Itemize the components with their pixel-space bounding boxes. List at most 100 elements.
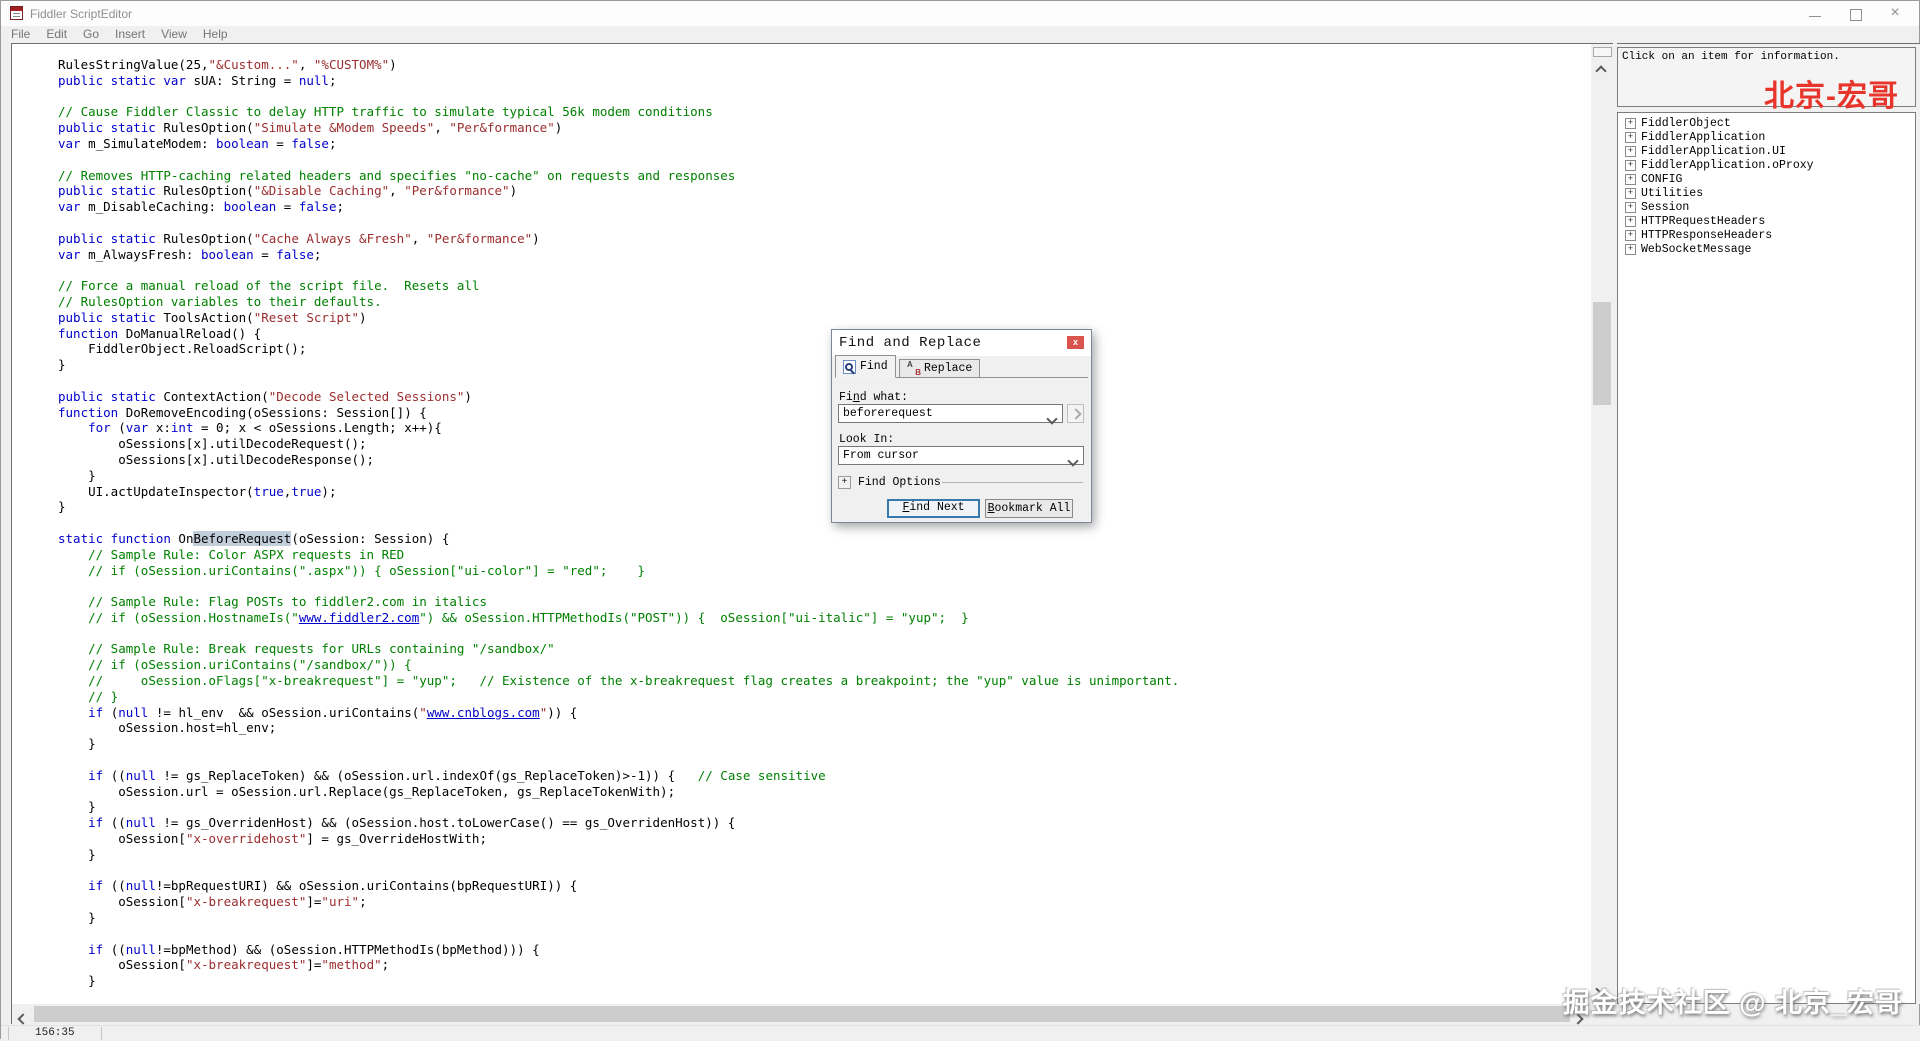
tree-item-websocketmessage[interactable]: + WebSocketMessage [1625, 242, 1915, 256]
code-line-41[interactable]: // } [58, 689, 1591, 705]
code-line-31[interactable]: static function OnBeforeRequest(oSession… [58, 530, 1591, 547]
scroll-up-icon[interactable] [1595, 62, 1607, 80]
tree-item-fiddlerobject[interactable]: + FiddlerObject [1625, 116, 1915, 130]
tree-item-fiddlerapplication[interactable]: + FiddlerApplication [1625, 130, 1915, 144]
code-line-56[interactable] [58, 926, 1591, 942]
code-line-27[interactable]: } [58, 468, 1591, 484]
code-line-17[interactable]: public static ToolsAction("Reset Script"… [58, 310, 1591, 326]
code-line-39[interactable]: // if (oSession.uriContains("/sandbox/")… [58, 657, 1591, 673]
code-line-58[interactable]: oSession["x-breakrequest"]="method"; [58, 957, 1591, 973]
code-line-29[interactable]: } [58, 499, 1591, 515]
close-button[interactable]: × [1875, 1, 1915, 26]
code-line-2[interactable]: public static var sUA: String = null; [58, 73, 1591, 89]
splitter-handle[interactable] [1593, 47, 1612, 57]
horizontal-scroll-thumb[interactable] [34, 1006, 1570, 1022]
code-line-11[interactable] [58, 215, 1591, 231]
code-line-14[interactable] [58, 262, 1591, 278]
expand-icon[interactable]: + [1625, 117, 1636, 129]
code-line-53[interactable]: if ((null!=bpRequestURI) && oSession.uri… [58, 878, 1591, 894]
code-line-3[interactable] [58, 89, 1591, 105]
code-line-43[interactable]: oSession.host=hl_env; [58, 720, 1591, 736]
code-line-21[interactable] [58, 373, 1591, 389]
code-line-59[interactable]: } [58, 973, 1591, 989]
tree-item-config[interactable]: + CONFIG [1625, 172, 1915, 186]
find-next-button[interactable]: Find Next [887, 499, 980, 518]
code-line-49[interactable]: if ((null != gs_OverridenHost) && (oSess… [58, 815, 1591, 831]
expand-icon[interactable]: + [1625, 215, 1636, 227]
minimize-button[interactable] [1795, 1, 1835, 26]
code-line-20[interactable]: } [58, 357, 1591, 373]
code-line-54[interactable]: oSession["x-breakrequest"]="uri"; [58, 894, 1591, 910]
code-line-24[interactable]: for (var x:int = 0; x < oSessions.Length… [58, 420, 1591, 436]
tree-item-httpresponseheaders[interactable]: + HTTPResponseHeaders [1625, 228, 1915, 242]
horizontal-scrollbar[interactable] [11, 1004, 1591, 1025]
code-line-57[interactable]: if ((null!=bpMethod) && (oSession.HTTPMe… [58, 942, 1591, 958]
code-line-22[interactable]: public static ContextAction("Decode Sele… [58, 389, 1591, 405]
find-what-input[interactable]: beforerequest [838, 404, 1063, 425]
code-line-10[interactable]: var m_DisableCaching: boolean = false; [58, 199, 1591, 215]
menu-view[interactable]: View [153, 26, 195, 43]
code-line-26[interactable]: oSessions[x].utilDecodeResponse(); [58, 452, 1591, 468]
code-line-52[interactable] [58, 863, 1591, 879]
expand-icon[interactable]: + [1625, 243, 1636, 255]
code-line-38[interactable]: // Sample Rule: Break requests for URLs … [58, 641, 1591, 657]
code-line-7[interactable] [58, 152, 1591, 168]
bookmark-all-button[interactable]: Bookmark All [985, 499, 1073, 518]
code-line-48[interactable]: } [58, 799, 1591, 815]
vertical-scrollbar[interactable] [1591, 43, 1613, 1004]
expand-icon[interactable]: + [1625, 145, 1636, 157]
code-line-36[interactable]: // if (oSession.HostnameIs("www.fiddler2… [58, 610, 1591, 626]
dialog-titlebar[interactable]: Find and Replace x [832, 330, 1091, 356]
code-line-5[interactable]: public static RulesOption("Simulate &Mod… [58, 120, 1591, 136]
vertical-scroll-thumb[interactable] [1593, 302, 1611, 405]
maximize-button[interactable] [1835, 1, 1875, 26]
tree-item-fiddlerapplication-ui[interactable]: + FiddlerApplication.UI [1625, 144, 1915, 158]
tree-item-fiddlerapplication-oproxy[interactable]: + FiddlerApplication.oProxy [1625, 158, 1915, 172]
code-line-23[interactable]: function DoRemoveEncoding(oSessions: Ses… [58, 405, 1591, 421]
code-line-44[interactable]: } [58, 736, 1591, 752]
code-line-13[interactable]: var m_AlwaysFresh: boolean = false; [58, 247, 1591, 263]
look-in-select[interactable]: From cursor [838, 446, 1084, 467]
code-line-16[interactable]: // RulesOption variables to their defaul… [58, 294, 1591, 310]
code-line-46[interactable]: if ((null != gs_ReplaceToken) && (oSessi… [58, 768, 1591, 784]
code-line-6[interactable]: var m_SimulateModem: boolean = false; [58, 136, 1591, 152]
expand-icon[interactable]: + [1625, 159, 1636, 171]
menu-edit[interactable]: Edit [38, 26, 75, 43]
code-editor[interactable]: RulesStringValue(25,"&Custom...", "%CUST… [11, 43, 1591, 1004]
code-line-33[interactable]: // if (oSession.uriContains(".aspx")) { … [58, 563, 1591, 579]
code-line-15[interactable]: // Force a manual reload of the script f… [58, 278, 1591, 294]
menu-go[interactable]: Go [75, 26, 107, 43]
code-line-4[interactable]: // Cause Fiddler Classic to delay HTTP t… [58, 104, 1591, 120]
expand-icon[interactable]: + [1625, 229, 1636, 241]
menu-help[interactable]: Help [195, 26, 236, 43]
code-line-8[interactable]: // Removes HTTP-caching related headers … [58, 168, 1591, 184]
expand-icon[interactable]: + [1625, 187, 1636, 199]
expand-icon[interactable]: + [1625, 201, 1636, 213]
expand-icon[interactable]: + [1625, 131, 1636, 143]
code-line-19[interactable]: FiddlerObject.ReloadScript(); [58, 341, 1591, 357]
code-line-18[interactable]: function DoManualReload() { [58, 326, 1591, 342]
code-line-50[interactable]: oSession["x-overridehost"] = gs_Override… [58, 831, 1591, 847]
code-line-55[interactable]: } [58, 910, 1591, 926]
expand-icon[interactable]: + [1625, 173, 1636, 185]
menu-insert[interactable]: Insert [107, 26, 153, 43]
tree-item-httprequestheaders[interactable]: + HTTPRequestHeaders [1625, 214, 1915, 228]
code-line-9[interactable]: public static RulesOption("&Disable Cach… [58, 183, 1591, 199]
code-line-35[interactable]: // Sample Rule: Flag POSTs to fiddler2.c… [58, 594, 1591, 610]
code-line-25[interactable]: oSessions[x].utilDecodeRequest(); [58, 436, 1591, 452]
tab-find[interactable]: Find [835, 355, 896, 378]
chevron-down-icon[interactable] [1046, 410, 1058, 428]
code-line-1[interactable]: RulesStringValue(25,"&Custom...", "%CUST… [58, 57, 1591, 73]
code-line-32[interactable]: // Sample Rule: Color ASPX requests in R… [58, 547, 1591, 563]
code-line-42[interactable]: if (null != hl_env && oSession.uriContai… [58, 705, 1591, 721]
code-line-28[interactable]: UI.actUpdateInspector(true,true); [58, 484, 1591, 500]
find-options-toggle[interactable]: + [838, 476, 851, 489]
code-line-12[interactable]: public static RulesOption("Cache Always … [58, 231, 1591, 247]
code-line-47[interactable]: oSession.url = oSession.url.Replace(gs_R… [58, 784, 1591, 800]
tree-item-session[interactable]: + Session [1625, 200, 1915, 214]
code-line-40[interactable]: // oSession.oFlags["x-breakrequest"] = "… [58, 673, 1591, 689]
code-line-51[interactable]: } [58, 847, 1591, 863]
tree-item-utilities[interactable]: + Utilities [1625, 186, 1915, 200]
tab-replace[interactable]: AB Replace [899, 359, 981, 378]
chevron-down-icon[interactable] [1067, 452, 1079, 470]
